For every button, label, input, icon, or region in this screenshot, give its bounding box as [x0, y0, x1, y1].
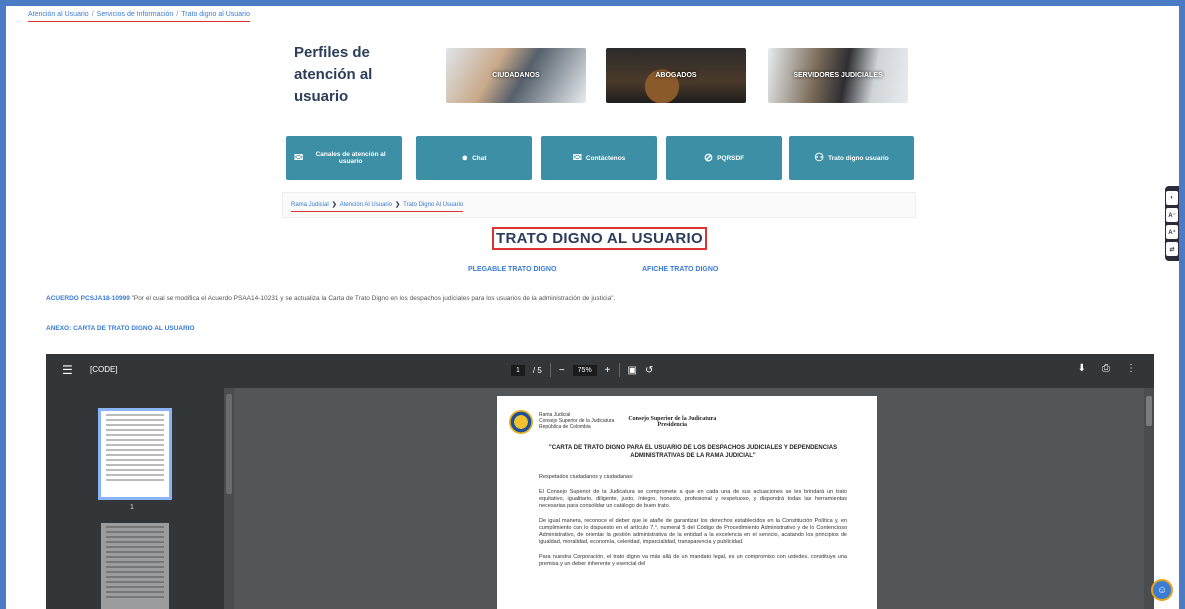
accessibility-bar: ◐ A⁻ A⁺ ⇄: [1165, 186, 1179, 261]
page-number-input[interactable]: 1: [511, 364, 525, 376]
breadcrumb-current: Trato digno al Usuario: [181, 11, 250, 18]
zoom-in-icon[interactable]: +: [605, 365, 611, 376]
contactenos-button[interactable]: ✉ Contáctenos: [541, 136, 657, 180]
pdf-actions: ⬇ ⎙ ⋮: [1078, 363, 1136, 374]
pdf-toolbar: ☰ [CODE] 1 / 5 − 75% + ▣ ↺ ⬇ ⎙ ⋮: [46, 354, 1154, 388]
profile-card-servidores[interactable]: SERVIDORES JUDICIALES: [768, 48, 908, 103]
zoom-input[interactable]: 75%: [572, 364, 597, 376]
menu-icon[interactable]: ☰: [62, 363, 73, 377]
rotate-icon[interactable]: ↺: [645, 365, 653, 376]
acuerdo-link[interactable]: ACUERDO PCSJA18-10999: [46, 295, 130, 302]
top-breadcrumb: Atención al Usuario / Servicios de Informa…: [28, 11, 250, 22]
document-paragraph: De igual manera, reconoce el deber que l…: [539, 518, 847, 545]
breadcrumb-link-atencion[interactable]: Atención al Usuario: [28, 11, 89, 18]
document-paragraph: Para nuestra Corporación, el trato digno…: [539, 554, 847, 567]
mail-icon: ✉: [294, 151, 304, 164]
print-icon[interactable]: ⎙: [1102, 363, 1110, 374]
help-chat-button[interactable]: ☺: [1151, 579, 1173, 601]
pdf-controls: 1 / 5 − 75% + ▣ ↺: [511, 363, 653, 377]
inner-breadcrumb-rama[interactable]: Rama Judicial: [291, 202, 329, 208]
pdf-viewer: ☰ [CODE] 1 / 5 − 75% + ▣ ↺ ⬇ ⎙ ⋮ 1 Rama …: [46, 354, 1154, 609]
contrast-button[interactable]: ◐: [1166, 191, 1178, 205]
chat-icon: ●: [461, 151, 469, 164]
inner-breadcrumb-bar: Rama Judicial ❯ Atención Al Usuario ❯ Trato …: [282, 192, 916, 218]
viewer-scrollbar[interactable]: [1144, 388, 1154, 609]
chat-button[interactable]: ● Chat: [416, 136, 532, 180]
afiche-link[interactable]: AFICHE TRATO DIGNO: [642, 266, 718, 273]
decrease-font-button[interactable]: A⁻: [1166, 208, 1178, 222]
page-title: TRATO DIGNO AL USUARIO: [492, 227, 707, 250]
thumbnail-panel: 1: [46, 388, 224, 609]
page: Atención al Usuario / Servicios de Informa…: [6, 6, 1179, 609]
plegable-link[interactable]: PLEGABLE TRATO DIGNO: [468, 266, 556, 273]
anexo-link[interactable]: ANEXO: CARTA DE TRATO DIGNO AL USUARIO: [46, 325, 195, 332]
document-paragraph: El Consejo Superior de la Judicatura se …: [539, 489, 847, 509]
divider: [549, 363, 551, 377]
paperclip-icon: ⊘: [703, 151, 714, 164]
breadcrumb-link-servicios[interactable]: Servicios de Información: [97, 11, 174, 18]
colombia-seal-icon: [509, 410, 533, 434]
more-options-icon[interactable]: ⋮: [1126, 363, 1136, 374]
document-title: "CARTA DE TRATO DIGNO PARA EL USUARIO DE…: [548, 445, 838, 459]
inner-breadcrumb-atencion[interactable]: Atención Al Usuario: [340, 202, 392, 208]
acuerdo-text: ACUERDO PCSJA18-10999 "Por el cual se mo…: [46, 295, 616, 302]
thumbnail-page-2[interactable]: [101, 523, 169, 609]
profile-card-ciudadanos[interactable]: CIUDADANOS: [446, 48, 586, 103]
envelope-icon: ✉: [572, 151, 582, 164]
pdf-page: Rama Judicial Consejo Superior de la Jud…: [497, 396, 877, 609]
profile-card-abogados[interactable]: ABOGADOS: [606, 48, 746, 103]
document-paragraph: Respetados ciudadanos y ciudadanas:: [539, 474, 634, 480]
inner-breadcrumb-current: Trato Digno Al Usuario: [403, 202, 464, 208]
pqrsdf-button[interactable]: ⊘ PQRSDF: [666, 136, 782, 180]
thumbnail-scrollbar[interactable]: [224, 388, 234, 609]
fit-page-icon[interactable]: ▣: [628, 365, 637, 376]
trato-digno-button[interactable]: ⚇ Trato digno usuario: [789, 136, 914, 180]
chevron-right-icon: ❯: [395, 202, 401, 208]
pdf-title: [CODE]: [90, 365, 118, 374]
zoom-out-icon[interactable]: −: [559, 365, 565, 376]
assistant-icon: ☺: [1156, 584, 1168, 596]
chevron-right-icon: ❯: [331, 202, 337, 208]
people-icon: ⚇: [814, 151, 825, 164]
thumbnail-page-number: 1: [130, 504, 134, 511]
divider: [618, 363, 620, 377]
page-total: / 5: [532, 365, 542, 375]
canales-atencion-button[interactable]: ✉ Canales de atención al usuario: [286, 136, 402, 180]
inner-breadcrumb: Rama Judicial ❯ Atención Al Usuario ❯ Trato …: [291, 201, 464, 212]
page-header: Rama Judicial Consejo Superior de la Jud…: [539, 412, 717, 430]
profiles-heading: Perfiles de atención al usuario: [294, 44, 373, 105]
thumbnail-page-1[interactable]: [98, 408, 172, 500]
download-icon[interactable]: ⬇: [1078, 363, 1086, 374]
translate-button[interactable]: ⇄: [1166, 242, 1178, 256]
increase-font-button[interactable]: A⁺: [1166, 225, 1178, 239]
